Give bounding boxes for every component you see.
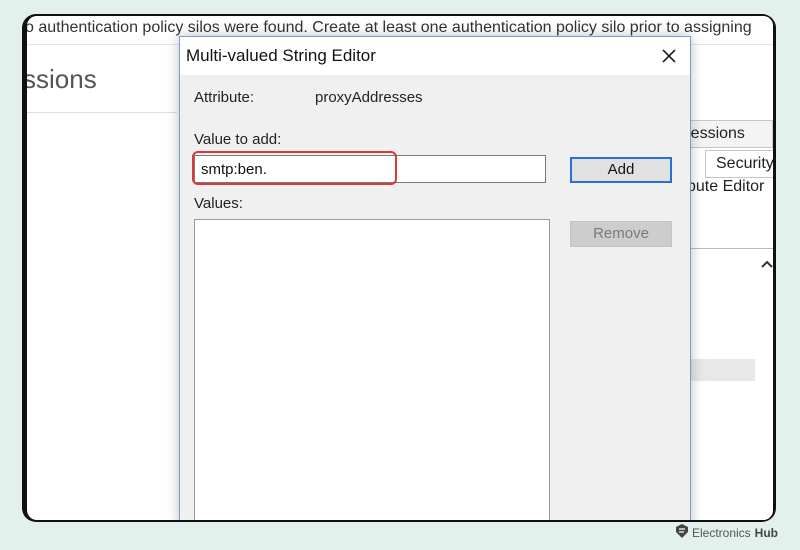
watermark-brand-part1: Electronics: [691, 525, 751, 540]
close-button[interactable]: [654, 41, 684, 71]
value-to-add-label: Value to add:: [194, 131, 282, 148]
background-selected-row[interactable]: [683, 359, 755, 381]
dialog-body: Attribute: proxyAddresses Value to add: …: [180, 75, 690, 520]
add-button[interactable]: Add: [570, 157, 672, 183]
tab-security-label: Security: [716, 155, 773, 172]
multi-valued-string-editor-dialog: Multi-valued String Editor Attribute: pr…: [179, 36, 691, 520]
values-label: Values:: [194, 195, 243, 212]
attribute-value: proxyAddresses: [315, 89, 423, 106]
attribute-label: Attribute:: [194, 89, 255, 106]
app-window: o authentication policy silos were found…: [27, 16, 773, 520]
scroll-up-icon[interactable]: [756, 249, 773, 277]
remove-button[interactable]: Remove: [570, 221, 672, 247]
background-attribute-list[interactable]: [682, 248, 773, 520]
watermark-brand-part2: Hub: [754, 525, 778, 540]
value-to-add-input[interactable]: [194, 155, 546, 183]
background-heading: ssions: [27, 64, 97, 94]
values-list[interactable]: [194, 219, 550, 520]
electronics-hub-logo-icon: [675, 524, 688, 541]
tab-security[interactable]: Security: [705, 150, 773, 178]
tab-attribute-editor[interactable]: bute Editor: [687, 178, 764, 196]
tab-sessions[interactable]: Sessions: [687, 120, 773, 148]
dialog-title: Multi-valued String Editor: [186, 46, 376, 65]
info-bar-text: o authentication policy silos were found…: [27, 19, 752, 36]
tab-sessions-label: Sessions: [688, 125, 745, 142]
watermark: Electronics Hub: [675, 524, 778, 541]
background-divider: [27, 112, 177, 113]
close-icon: [661, 49, 677, 68]
